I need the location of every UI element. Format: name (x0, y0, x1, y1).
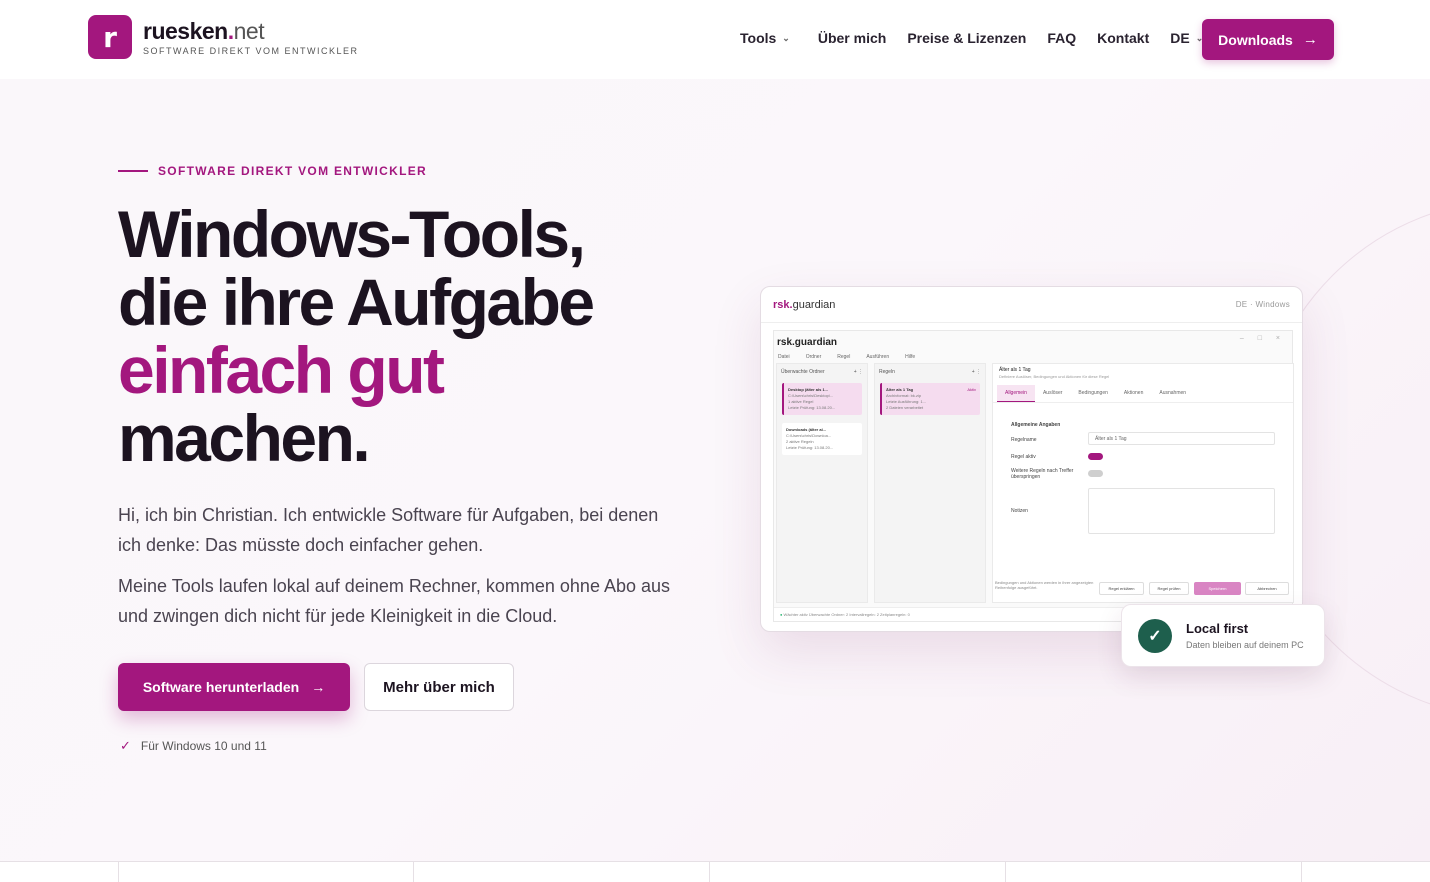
downloads-button[interactable]: Downloads → (1202, 19, 1334, 60)
arrow-right-icon: → (311, 679, 326, 695)
logo-tagline: SOFTWARE DIREKT VOM ENTWICKLER (143, 46, 359, 56)
hero-local-paragraph: Meine Tools laufen lokal auf deinem Rech… (118, 576, 671, 626)
bottom-strip (0, 861, 1430, 882)
app-title: rsk.guardian (777, 337, 838, 348)
site-header: r ruesken.net SOFTWARE DIREKT VOM ENTWIC… (0, 0, 1430, 78)
checkmark-icon: ✓ (1138, 618, 1172, 653)
hero-headline: Windows-Tools, die ihre Aufgabe einfach … (118, 197, 595, 475)
nav-item-faq[interactable]: FAQ (1047, 30, 1076, 46)
language-switcher[interactable]: DE ⌄ (1170, 30, 1203, 46)
mockup-brand: rsk.guardian (773, 298, 836, 311)
eyebrow-line (118, 170, 148, 172)
nav-item-preise[interactable]: Preise & Lizenzen (907, 30, 1026, 46)
hero-intro-paragraph: Hi, ich bin Christian. Ich entwickle Sof… (118, 505, 659, 555)
nav-item-tools[interactable]: Tools ⌄ (740, 30, 790, 46)
rule-detail-panel: Älter als 1 Tag Definiere Auslöser, Bedi… (992, 363, 1294, 603)
rule-tabs: Allgemein Auslöser Bedingungen Aktionen … (993, 385, 1293, 403)
logo[interactable]: r ruesken.net SOFTWARE DIREKT VOM ENTWIC… (88, 15, 359, 59)
toggle-switch (1088, 453, 1103, 460)
logo-mark: r (88, 15, 132, 59)
nav-item-kontakt[interactable]: Kontakt (1097, 30, 1149, 46)
folder-card: Desktop (älter als 1... C:\Users\chris\D… (782, 383, 862, 415)
main-nav: Tools ⌄ Über mich Preise & Lizenzen FAQ K… (740, 30, 1203, 46)
mockup-titlebar: rsk.guardian DE · Windows (761, 287, 1302, 323)
window-controls: – □ × (1239, 335, 1286, 342)
chevron-down-icon: ⌄ (782, 32, 790, 43)
app-window: – □ × rsk.guardian Datei Ordner Regel Au… (773, 330, 1294, 622)
app-menubar: Datei Ordner Regel Ausführen Hilfe (778, 354, 916, 360)
about-me-button[interactable]: Mehr über mich (364, 663, 514, 711)
nav-item-ueber-mich[interactable]: Über mich (818, 30, 886, 46)
download-software-button[interactable]: Software herunterladen → (118, 663, 350, 711)
rule-card: Älter als 1 Tag Aktiv Archivformat: bk.z… (880, 383, 980, 415)
hero-eyebrow: SOFTWARE DIREKT VOM ENTWICKLER (118, 164, 427, 178)
app-screenshot-mockup: rsk.guardian DE · Windows – □ × rsk.guar… (760, 286, 1303, 632)
folder-card: Downloads (älter al... C:\Users\chris\Do… (782, 423, 862, 455)
add-icon: + ⋮ (971, 369, 981, 375)
arrow-right-icon: → (1302, 31, 1318, 48)
local-first-badge: ✓ Local first Daten bleiben auf deinem P… (1121, 604, 1325, 667)
folders-pane: Überwachte Ordner + ⋮ Desktop (älter als … (776, 363, 868, 603)
toggle-switch (1088, 470, 1103, 477)
add-icon: + ⋮ (853, 369, 863, 375)
mockup-meta: DE · Windows (1235, 300, 1290, 309)
compatibility-note: ✓ Für Windows 10 und 11 (120, 738, 267, 753)
check-icon: ✓ (120, 738, 131, 753)
logo-name: ruesken.net (143, 18, 265, 44)
notes-textarea (1088, 488, 1275, 534)
rules-pane: Regeln + ⋮ Älter als 1 Tag Aktiv Archivfo… (874, 363, 986, 603)
